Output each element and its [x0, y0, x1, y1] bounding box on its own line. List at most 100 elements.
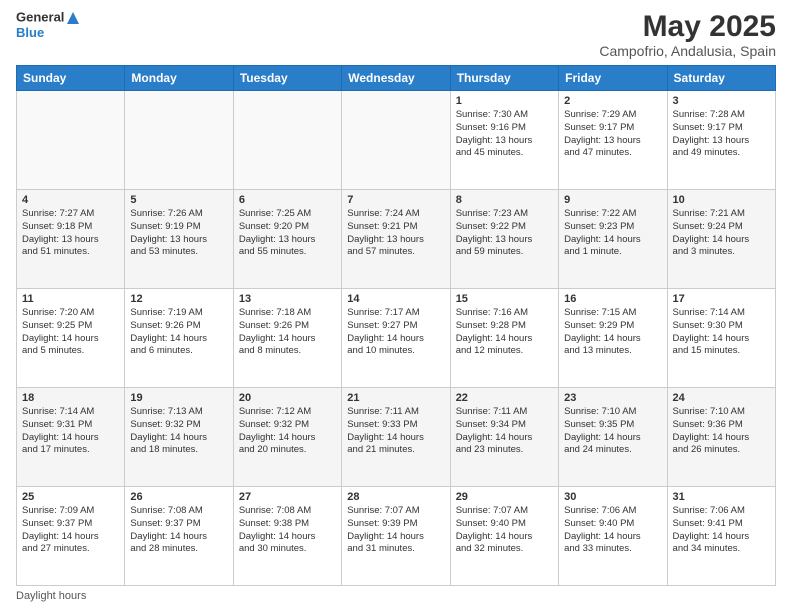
day-number: 30 — [564, 491, 661, 503]
calendar-cell: 28 Sunrise: 7:07 AM Sunset: 9:39 PM Dayli… — [342, 487, 450, 586]
day-number: 15 — [456, 293, 553, 305]
day-number: 11 — [22, 293, 119, 305]
day-number: 22 — [456, 392, 553, 404]
calendar-cell: 16 Sunrise: 7:15 AM Sunset: 9:29 PM Dayli… — [559, 289, 667, 388]
day-number: 18 — [22, 392, 119, 404]
day-info: Sunrise: 7:12 AM Sunset: 9:32 PM Dayligh… — [239, 406, 336, 457]
logo-icon — [65, 10, 81, 26]
header-day-thursday: Thursday — [450, 66, 558, 91]
calendar-cell: 15 Sunrise: 7:16 AM Sunset: 9:28 PM Dayli… — [450, 289, 558, 388]
week-row-4: 18 Sunrise: 7:14 AM Sunset: 9:31 PM Dayli… — [17, 388, 776, 487]
day-info: Sunrise: 7:07 AM Sunset: 9:40 PM Dayligh… — [456, 505, 553, 556]
footer-label: Daylight hours — [16, 590, 86, 602]
calendar-cell: 10Sunrise: 7:21 AM Sunset: 9:24 PM Dayli… — [667, 190, 775, 289]
day-info: Sunrise: 7:24 AM Sunset: 9:21 PM Dayligh… — [347, 208, 444, 259]
day-info: Sunrise: 7:08 AM Sunset: 9:37 PM Dayligh… — [130, 505, 227, 556]
calendar-cell: 1 Sunrise: 7:30 AM Sunset: 9:16 PM Daylig… — [450, 91, 558, 190]
header-row: SundayMondayTuesdayWednesdayThursdayFrid… — [17, 66, 776, 91]
day-number: 1 — [456, 95, 553, 107]
calendar-cell: 6Sunrise: 7:25 AM Sunset: 9:20 PM Daylig… — [233, 190, 341, 289]
header-day-wednesday: Wednesday — [342, 66, 450, 91]
day-number: 14 — [347, 293, 444, 305]
day-number: 27 — [239, 491, 336, 503]
calendar-cell: 7 Sunrise: 7:24 AM Sunset: 9:21 PM Daylig… — [342, 190, 450, 289]
calendar-cell: 12 Sunrise: 7:19 AM Sunset: 9:26 PM Dayli… — [125, 289, 233, 388]
day-info: Sunrise: 7:14 AM Sunset: 9:30 PM Dayligh… — [673, 307, 770, 358]
header-day-friday: Friday — [559, 66, 667, 91]
day-info: Sunrise: 7:29 AM Sunset: 9:17 PM Dayligh… — [564, 109, 661, 160]
logo-blue: Blue — [16, 26, 81, 40]
day-info: Sunrise: 7:15 AM Sunset: 9:29 PM Dayligh… — [564, 307, 661, 358]
day-info: Sunrise: 7:19 AM Sunset: 9:26 PM Dayligh… — [130, 307, 227, 358]
calendar-cell: 17 Sunrise: 7:14 AM Sunset: 9:30 PM Dayli… — [667, 289, 775, 388]
calendar-cell: 25Sunrise: 7:09 AM Sunset: 9:37 PM Dayli… — [17, 487, 125, 586]
calendar-header: SundayMondayTuesdayWednesdayThursdayFrid… — [17, 66, 776, 91]
header-day-tuesday: Tuesday — [233, 66, 341, 91]
header-day-saturday: Saturday — [667, 66, 775, 91]
week-row-3: 11Sunrise: 7:20 AM Sunset: 9:25 PM Dayli… — [17, 289, 776, 388]
calendar-cell: 5Sunrise: 7:26 AM Sunset: 9:19 PM Daylig… — [125, 190, 233, 289]
footer-note: Daylight hours — [16, 590, 776, 602]
day-number: 28 — [347, 491, 444, 503]
calendar-cell: 4Sunrise: 7:27 AM Sunset: 9:18 PM Daylig… — [17, 190, 125, 289]
day-number: 31 — [673, 491, 770, 503]
day-number: 21 — [347, 392, 444, 404]
day-number: 7 — [347, 194, 444, 206]
main-title: May 2025 — [599, 10, 776, 43]
week-row-5: 25Sunrise: 7:09 AM Sunset: 9:37 PM Dayli… — [17, 487, 776, 586]
day-info: Sunrise: 7:14 AM Sunset: 9:31 PM Dayligh… — [22, 406, 119, 457]
day-info: Sunrise: 7:30 AM Sunset: 9:16 PM Dayligh… — [456, 109, 553, 160]
day-info: Sunrise: 7:26 AM Sunset: 9:19 PM Dayligh… — [130, 208, 227, 259]
day-info: Sunrise: 7:22 AM Sunset: 9:23 PM Dayligh… — [564, 208, 661, 259]
calendar-cell: 27Sunrise: 7:08 AM Sunset: 9:38 PM Dayli… — [233, 487, 341, 586]
day-info: Sunrise: 7:11 AM Sunset: 9:33 PM Dayligh… — [347, 406, 444, 457]
logo: General Blue — [16, 10, 81, 40]
calendar-cell: 22 Sunrise: 7:11 AM Sunset: 9:34 PM Dayli… — [450, 388, 558, 487]
day-number: 9 — [564, 194, 661, 206]
calendar-cell — [125, 91, 233, 190]
calendar-cell: 8Sunrise: 7:23 AM Sunset: 9:22 PM Daylig… — [450, 190, 558, 289]
logo-general: General — [16, 10, 81, 26]
day-number: 24 — [673, 392, 770, 404]
header-day-sunday: Sunday — [17, 66, 125, 91]
day-info: Sunrise: 7:11 AM Sunset: 9:34 PM Dayligh… — [456, 406, 553, 457]
day-number: 6 — [239, 194, 336, 206]
calendar-cell — [233, 91, 341, 190]
day-info: Sunrise: 7:10 AM Sunset: 9:35 PM Dayligh… — [564, 406, 661, 457]
calendar-cell: 29 Sunrise: 7:07 AM Sunset: 9:40 PM Dayli… — [450, 487, 558, 586]
day-number: 29 — [456, 491, 553, 503]
day-number: 26 — [130, 491, 227, 503]
day-number: 2 — [564, 95, 661, 107]
page: General Blue May 2025 Campofrio, Andalus… — [0, 0, 792, 612]
day-number: 19 — [130, 392, 227, 404]
day-number: 23 — [564, 392, 661, 404]
week-row-2: 4Sunrise: 7:27 AM Sunset: 9:18 PM Daylig… — [17, 190, 776, 289]
day-info: Sunrise: 7:16 AM Sunset: 9:28 PM Dayligh… — [456, 307, 553, 358]
calendar-cell: 18 Sunrise: 7:14 AM Sunset: 9:31 PM Dayli… — [17, 388, 125, 487]
calendar-cell: 20 Sunrise: 7:12 AM Sunset: 9:32 PM Dayli… — [233, 388, 341, 487]
week-row-1: 1 Sunrise: 7:30 AM Sunset: 9:16 PM Daylig… — [17, 91, 776, 190]
day-number: 17 — [673, 293, 770, 305]
calendar-cell: 19 Sunrise: 7:13 AM Sunset: 9:32 PM Dayli… — [125, 388, 233, 487]
day-info: Sunrise: 7:07 AM Sunset: 9:39 PM Dayligh… — [347, 505, 444, 556]
day-number: 20 — [239, 392, 336, 404]
calendar-cell: 11Sunrise: 7:20 AM Sunset: 9:25 PM Dayli… — [17, 289, 125, 388]
subtitle: Campofrio, Andalusia, Spain — [599, 43, 776, 59]
day-info: Sunrise: 7:06 AM Sunset: 9:40 PM Dayligh… — [564, 505, 661, 556]
day-info: Sunrise: 7:18 AM Sunset: 9:26 PM Dayligh… — [239, 307, 336, 358]
calendar-cell: 26 Sunrise: 7:08 AM Sunset: 9:37 PM Dayli… — [125, 487, 233, 586]
calendar-cell: 3Sunrise: 7:28 AM Sunset: 9:17 PM Daylig… — [667, 91, 775, 190]
day-info: Sunrise: 7:13 AM Sunset: 9:32 PM Dayligh… — [130, 406, 227, 457]
day-number: 16 — [564, 293, 661, 305]
header-day-monday: Monday — [125, 66, 233, 91]
day-number: 13 — [239, 293, 336, 305]
day-number: 10 — [673, 194, 770, 206]
day-info: Sunrise: 7:27 AM Sunset: 9:18 PM Dayligh… — [22, 208, 119, 259]
title-block: May 2025 Campofrio, Andalusia, Spain — [599, 10, 776, 59]
day-number: 8 — [456, 194, 553, 206]
day-number: 12 — [130, 293, 227, 305]
calendar-cell — [17, 91, 125, 190]
calendar-cell: 9 Sunrise: 7:22 AM Sunset: 9:23 PM Daylig… — [559, 190, 667, 289]
day-info: Sunrise: 7:17 AM Sunset: 9:27 PM Dayligh… — [347, 307, 444, 358]
day-info: Sunrise: 7:06 AM Sunset: 9:41 PM Dayligh… — [673, 505, 770, 556]
